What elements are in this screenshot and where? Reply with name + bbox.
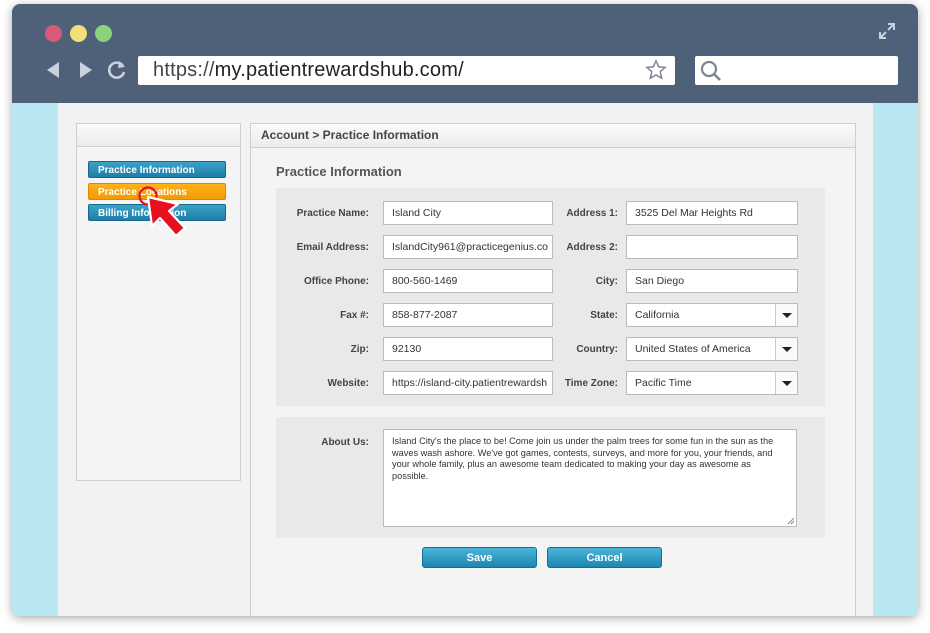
address2-label: Address 2: xyxy=(566,242,618,253)
url-text: https://my.patientrewardshub.com/ xyxy=(153,59,464,81)
sidebar-header xyxy=(77,124,240,147)
office-phone-label: Office Phone: xyxy=(303,276,369,287)
save-button[interactable]: Save xyxy=(422,547,537,568)
zip-field[interactable]: 92130 xyxy=(383,337,553,361)
website-label: Website: xyxy=(327,378,370,389)
resize-grip-icon[interactable] xyxy=(787,517,795,525)
address-bar[interactable]: https://my.patientrewardshub.com/ xyxy=(138,56,675,85)
breadcrumb: Account > Practice Information xyxy=(251,124,855,148)
state-label: State: xyxy=(590,310,618,321)
sidebar-item-practice-information[interactable]: Practice Information xyxy=(88,161,226,178)
star-icon[interactable] xyxy=(645,59,667,81)
chevron-down-icon[interactable] xyxy=(775,372,797,394)
forward-arrow-icon[interactable] xyxy=(74,59,96,81)
address2-field[interactable] xyxy=(626,235,798,259)
state-select[interactable]: California xyxy=(626,303,798,327)
website-field[interactable]: https://island-city.patientrewardsh xyxy=(383,371,553,395)
timezone-label: Time Zone: xyxy=(564,378,618,389)
app-canvas: Practice Information Practice Locations … xyxy=(57,103,874,616)
sidebar: Practice Information Practice Locations … xyxy=(76,123,241,481)
search-input[interactable] xyxy=(695,56,898,85)
email-label: Email Address: xyxy=(296,242,369,253)
timezone-select[interactable]: Pacific Time xyxy=(626,371,798,395)
city-field[interactable]: San Diego xyxy=(626,269,798,293)
office-phone-field[interactable]: 800-560-1469 xyxy=(383,269,553,293)
zip-label: Zip: xyxy=(350,344,369,355)
page-viewport: Practice Information Practice Locations … xyxy=(12,103,918,616)
about-text: Island City's the place to be! Come join… xyxy=(392,436,774,481)
cancel-button[interactable]: Cancel xyxy=(547,547,662,568)
about-textarea[interactable]: Island City's the place to be! Come join… xyxy=(383,429,797,527)
search-icon xyxy=(700,60,721,81)
maximize-window-button[interactable] xyxy=(95,25,112,42)
page-title: Practice Information xyxy=(276,164,402,179)
chevron-down-icon[interactable] xyxy=(775,304,797,326)
back-arrow-icon[interactable] xyxy=(43,59,65,81)
practice-name-field[interactable]: Island City xyxy=(383,201,553,225)
reload-icon[interactable] xyxy=(106,59,128,81)
minimize-window-button[interactable] xyxy=(70,25,87,42)
browser-window: https://my.patientrewardshub.com/ Practi… xyxy=(12,4,918,616)
about-label: About Us: xyxy=(321,437,369,448)
cursor-arrow-icon xyxy=(138,186,187,238)
city-label: City: xyxy=(595,276,618,287)
browser-chrome: https://my.patientrewardshub.com/ xyxy=(12,4,918,103)
country-select[interactable]: United States of America xyxy=(626,337,798,361)
fax-field[interactable]: 858-877-2087 xyxy=(383,303,553,327)
state-select-value: California xyxy=(635,309,680,321)
address1-label: Address 1: xyxy=(566,208,618,219)
main-panel: Account > Practice Information Practice … xyxy=(250,123,856,616)
practice-name-label: Practice Name: xyxy=(296,208,369,219)
fax-label: Fax #: xyxy=(340,310,369,321)
chevron-down-icon[interactable] xyxy=(775,338,797,360)
email-field[interactable]: IslandCity961@practicegenius.co xyxy=(383,235,553,259)
country-label: Country: xyxy=(576,344,618,355)
practice-form: Practice Name: Island City Email Address… xyxy=(276,188,825,406)
timezone-select-value: Pacific Time xyxy=(635,377,692,389)
address1-field[interactable]: 3525 Del Mar Heights Rd xyxy=(626,201,798,225)
expand-icon[interactable] xyxy=(878,22,896,40)
close-window-button[interactable] xyxy=(45,25,62,42)
country-select-value: United States of America xyxy=(635,343,751,355)
about-section: About Us: Island City's the place to be!… xyxy=(276,417,825,538)
